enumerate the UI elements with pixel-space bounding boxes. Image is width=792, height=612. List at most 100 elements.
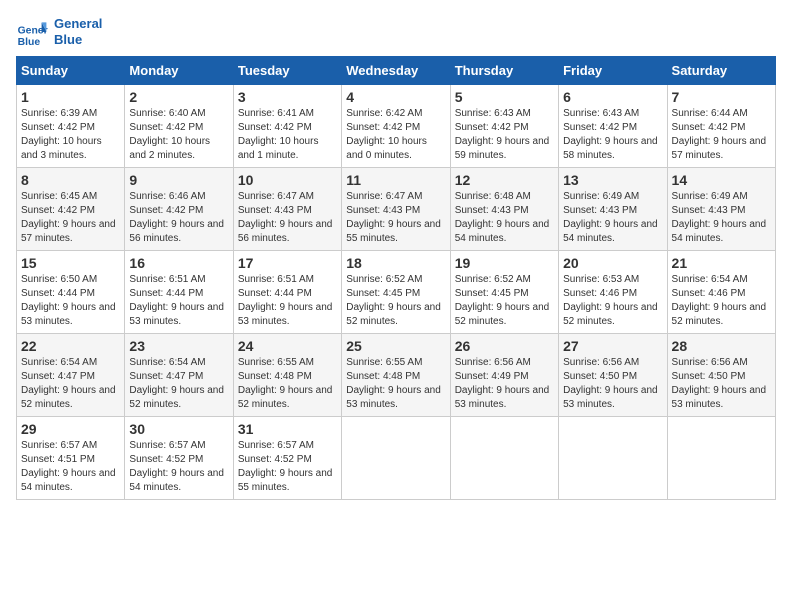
day-detail: Sunrise: 6:54 AMSunset: 4:46 PMDaylight:… (672, 274, 767, 327)
calendar-cell: 12 Sunrise: 6:48 AMSunset: 4:43 PMDaylig… (450, 168, 558, 251)
day-detail: Sunrise: 6:57 AMSunset: 4:52 PMDaylight:… (238, 440, 333, 493)
svg-text:Blue: Blue (18, 37, 41, 48)
day-detail: Sunrise: 6:56 AMSunset: 4:49 PMDaylight:… (455, 357, 550, 410)
calendar-cell: 9 Sunrise: 6:46 AMSunset: 4:42 PMDayligh… (125, 168, 233, 251)
week-row-4: 22 Sunrise: 6:54 AMSunset: 4:47 PMDaylig… (17, 334, 776, 417)
day-number: 5 (455, 89, 554, 105)
calendar-cell: 18 Sunrise: 6:52 AMSunset: 4:45 PMDaylig… (342, 251, 450, 334)
day-detail: Sunrise: 6:47 AMSunset: 4:43 PMDaylight:… (346, 191, 441, 244)
col-header-tuesday: Tuesday (233, 57, 341, 85)
day-number: 22 (21, 338, 120, 354)
day-detail: Sunrise: 6:49 AMSunset: 4:43 PMDaylight:… (563, 191, 658, 244)
day-number: 8 (21, 172, 120, 188)
day-number: 7 (672, 89, 771, 105)
day-detail: Sunrise: 6:52 AMSunset: 4:45 PMDaylight:… (346, 274, 441, 327)
calendar-cell: 23 Sunrise: 6:54 AMSunset: 4:47 PMDaylig… (125, 334, 233, 417)
day-number: 1 (21, 89, 120, 105)
calendar-cell: 11 Sunrise: 6:47 AMSunset: 4:43 PMDaylig… (342, 168, 450, 251)
calendar-cell: 13 Sunrise: 6:49 AMSunset: 4:43 PMDaylig… (559, 168, 667, 251)
day-detail: Sunrise: 6:49 AMSunset: 4:43 PMDaylight:… (672, 191, 767, 244)
day-detail: Sunrise: 6:56 AMSunset: 4:50 PMDaylight:… (672, 357, 767, 410)
day-detail: Sunrise: 6:46 AMSunset: 4:42 PMDaylight:… (129, 191, 224, 244)
day-number: 13 (563, 172, 662, 188)
calendar-cell: 19 Sunrise: 6:52 AMSunset: 4:45 PMDaylig… (450, 251, 558, 334)
calendar-cell: 8 Sunrise: 6:45 AMSunset: 4:42 PMDayligh… (17, 168, 125, 251)
calendar-cell: 20 Sunrise: 6:53 AMSunset: 4:46 PMDaylig… (559, 251, 667, 334)
page-header: General Blue GeneralBlue (16, 16, 776, 48)
col-header-wednesday: Wednesday (342, 57, 450, 85)
day-detail: Sunrise: 6:55 AMSunset: 4:48 PMDaylight:… (346, 357, 441, 410)
day-detail: Sunrise: 6:41 AMSunset: 4:42 PMDaylight:… (238, 108, 319, 161)
day-detail: Sunrise: 6:51 AMSunset: 4:44 PMDaylight:… (238, 274, 333, 327)
day-number: 15 (21, 255, 120, 271)
calendar-cell: 17 Sunrise: 6:51 AMSunset: 4:44 PMDaylig… (233, 251, 341, 334)
calendar-cell: 16 Sunrise: 6:51 AMSunset: 4:44 PMDaylig… (125, 251, 233, 334)
calendar-cell: 29 Sunrise: 6:57 AMSunset: 4:51 PMDaylig… (17, 417, 125, 500)
calendar-cell: 15 Sunrise: 6:50 AMSunset: 4:44 PMDaylig… (17, 251, 125, 334)
calendar-cell: 2 Sunrise: 6:40 AMSunset: 4:42 PMDayligh… (125, 85, 233, 168)
day-detail: Sunrise: 6:52 AMSunset: 4:45 PMDaylight:… (455, 274, 550, 327)
day-number: 2 (129, 89, 228, 105)
calendar-cell (450, 417, 558, 500)
calendar-cell: 10 Sunrise: 6:47 AMSunset: 4:43 PMDaylig… (233, 168, 341, 251)
calendar-cell: 14 Sunrise: 6:49 AMSunset: 4:43 PMDaylig… (667, 168, 775, 251)
day-detail: Sunrise: 6:39 AMSunset: 4:42 PMDaylight:… (21, 108, 102, 161)
day-number: 21 (672, 255, 771, 271)
calendar-cell (667, 417, 775, 500)
day-detail: Sunrise: 6:57 AMSunset: 4:51 PMDaylight:… (21, 440, 116, 493)
calendar-cell: 24 Sunrise: 6:55 AMSunset: 4:48 PMDaylig… (233, 334, 341, 417)
day-number: 10 (238, 172, 337, 188)
day-number: 18 (346, 255, 445, 271)
day-number: 23 (129, 338, 228, 354)
calendar-cell: 22 Sunrise: 6:54 AMSunset: 4:47 PMDaylig… (17, 334, 125, 417)
logo: General Blue GeneralBlue (16, 16, 102, 48)
week-row-2: 8 Sunrise: 6:45 AMSunset: 4:42 PMDayligh… (17, 168, 776, 251)
day-detail: Sunrise: 6:57 AMSunset: 4:52 PMDaylight:… (129, 440, 224, 493)
day-number: 25 (346, 338, 445, 354)
day-number: 17 (238, 255, 337, 271)
col-header-friday: Friday (559, 57, 667, 85)
day-number: 27 (563, 338, 662, 354)
day-number: 29 (21, 421, 120, 437)
calendar-cell: 30 Sunrise: 6:57 AMSunset: 4:52 PMDaylig… (125, 417, 233, 500)
day-detail: Sunrise: 6:45 AMSunset: 4:42 PMDaylight:… (21, 191, 116, 244)
day-detail: Sunrise: 6:51 AMSunset: 4:44 PMDaylight:… (129, 274, 224, 327)
col-header-saturday: Saturday (667, 57, 775, 85)
day-detail: Sunrise: 6:48 AMSunset: 4:43 PMDaylight:… (455, 191, 550, 244)
day-number: 31 (238, 421, 337, 437)
day-number: 26 (455, 338, 554, 354)
week-row-5: 29 Sunrise: 6:57 AMSunset: 4:51 PMDaylig… (17, 417, 776, 500)
day-number: 14 (672, 172, 771, 188)
day-number: 9 (129, 172, 228, 188)
day-number: 20 (563, 255, 662, 271)
calendar-cell: 5 Sunrise: 6:43 AMSunset: 4:42 PMDayligh… (450, 85, 558, 168)
day-number: 16 (129, 255, 228, 271)
day-number: 11 (346, 172, 445, 188)
calendar-cell: 31 Sunrise: 6:57 AMSunset: 4:52 PMDaylig… (233, 417, 341, 500)
day-number: 4 (346, 89, 445, 105)
calendar-cell: 7 Sunrise: 6:44 AMSunset: 4:42 PMDayligh… (667, 85, 775, 168)
day-number: 3 (238, 89, 337, 105)
day-number: 30 (129, 421, 228, 437)
day-detail: Sunrise: 6:55 AMSunset: 4:48 PMDaylight:… (238, 357, 333, 410)
day-detail: Sunrise: 6:40 AMSunset: 4:42 PMDaylight:… (129, 108, 210, 161)
header-row: SundayMondayTuesdayWednesdayThursdayFrid… (17, 57, 776, 85)
calendar-table: SundayMondayTuesdayWednesdayThursdayFrid… (16, 56, 776, 500)
day-detail: Sunrise: 6:54 AMSunset: 4:47 PMDaylight:… (129, 357, 224, 410)
day-detail: Sunrise: 6:42 AMSunset: 4:42 PMDaylight:… (346, 108, 427, 161)
logo-text: GeneralBlue (54, 16, 102, 47)
calendar-cell: 21 Sunrise: 6:54 AMSunset: 4:46 PMDaylig… (667, 251, 775, 334)
day-detail: Sunrise: 6:53 AMSunset: 4:46 PMDaylight:… (563, 274, 658, 327)
day-number: 19 (455, 255, 554, 271)
day-detail: Sunrise: 6:50 AMSunset: 4:44 PMDaylight:… (21, 274, 116, 327)
calendar-cell: 27 Sunrise: 6:56 AMSunset: 4:50 PMDaylig… (559, 334, 667, 417)
day-detail: Sunrise: 6:43 AMSunset: 4:42 PMDaylight:… (455, 108, 550, 161)
col-header-monday: Monday (125, 57, 233, 85)
week-row-1: 1 Sunrise: 6:39 AMSunset: 4:42 PMDayligh… (17, 85, 776, 168)
col-header-sunday: Sunday (17, 57, 125, 85)
day-detail: Sunrise: 6:43 AMSunset: 4:42 PMDaylight:… (563, 108, 658, 161)
day-number: 6 (563, 89, 662, 105)
calendar-cell: 1 Sunrise: 6:39 AMSunset: 4:42 PMDayligh… (17, 85, 125, 168)
calendar-cell: 26 Sunrise: 6:56 AMSunset: 4:49 PMDaylig… (450, 334, 558, 417)
day-detail: Sunrise: 6:44 AMSunset: 4:42 PMDaylight:… (672, 108, 767, 161)
